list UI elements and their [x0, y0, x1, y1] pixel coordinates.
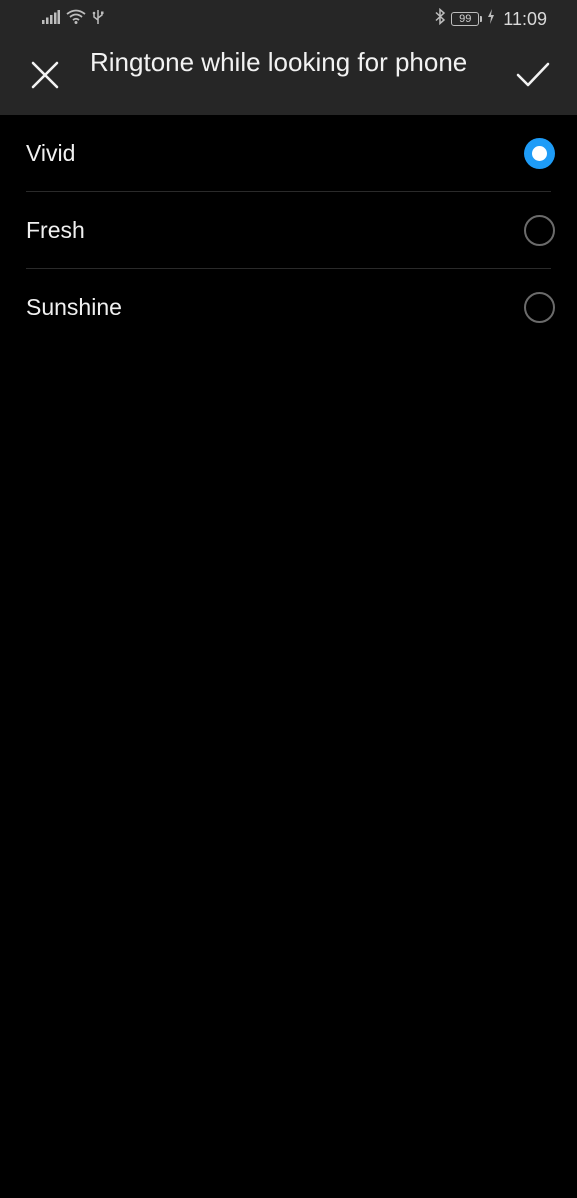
close-button[interactable]	[24, 56, 66, 98]
usb-icon	[92, 9, 104, 30]
radio-button[interactable]	[524, 292, 555, 323]
radio-button-selected[interactable]	[524, 138, 555, 169]
ringtone-option-fresh[interactable]: Fresh	[0, 192, 577, 269]
app-header: 99 11:09 Ringtone while looking for phon…	[0, 0, 577, 115]
confirm-button[interactable]	[510, 56, 556, 98]
ringtone-label: Vivid	[26, 140, 76, 166]
ringtone-option-vivid[interactable]: Vivid	[0, 115, 577, 192]
close-icon	[31, 61, 59, 94]
wifi-icon	[66, 9, 86, 29]
battery-icon: 99	[451, 12, 483, 26]
radio-button[interactable]	[524, 215, 555, 246]
status-time: 11:09	[503, 8, 547, 29]
ringtone-label: Sunshine	[26, 294, 122, 320]
ringtone-label: Fresh	[26, 217, 85, 243]
charging-icon	[487, 9, 495, 29]
check-icon	[516, 62, 550, 93]
ringtone-option-sunshine[interactable]: Sunshine	[0, 269, 577, 346]
bluetooth-icon	[434, 7, 446, 30]
status-right: 99 11:09	[434, 7, 547, 30]
page-title: Ringtone while looking for phone	[90, 47, 468, 77]
signal-icon	[42, 9, 60, 29]
status-bar: 99 11:09	[0, 0, 577, 38]
status-left	[42, 8, 104, 30]
battery-level: 99	[451, 12, 480, 26]
ringtone-list: Vivid Fresh Sunshine	[0, 115, 577, 346]
